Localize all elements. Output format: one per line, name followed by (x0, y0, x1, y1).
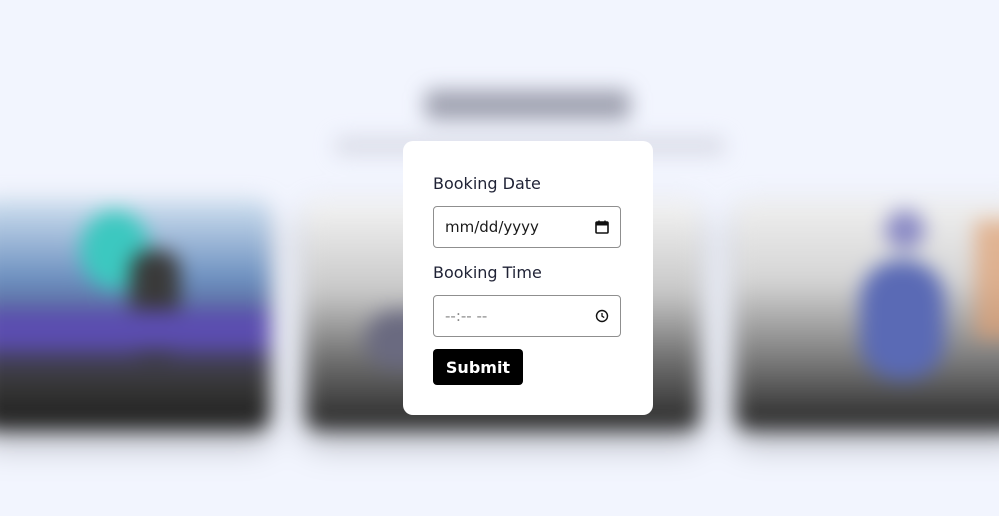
background-card-right (735, 200, 999, 430)
booking-form-modal: Booking Date mm/dd/yyyy Booking Time --:… (403, 141, 653, 415)
booking-page: Booking Date mm/dd/yyyy Booking Time --:… (0, 0, 999, 516)
background-card-left (0, 200, 270, 430)
booking-date-label: Booking Date (433, 174, 541, 193)
booking-time-input[interactable]: --:-- -- (433, 295, 621, 337)
booking-date-value: mm/dd/yyyy (445, 218, 539, 236)
background-heading (425, 90, 630, 120)
booking-time-value: --:-- -- (445, 307, 488, 325)
booking-time-label: Booking Time (433, 263, 542, 282)
submit-button[interactable]: Submit (433, 349, 523, 385)
clock-icon[interactable] (594, 308, 610, 324)
calendar-icon[interactable] (594, 219, 610, 235)
booking-date-input[interactable]: mm/dd/yyyy (433, 206, 621, 248)
